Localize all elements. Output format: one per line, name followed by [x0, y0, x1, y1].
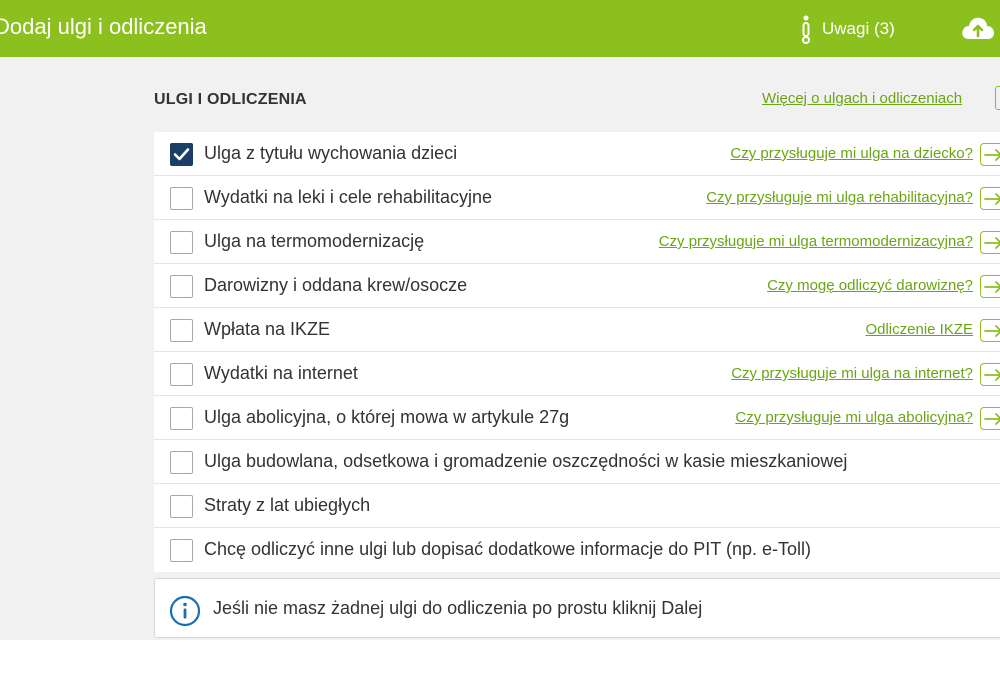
- deduction-help-link[interactable]: Czy przysługuje mi ulga abolicyjna?: [735, 409, 973, 426]
- deduction-label[interactable]: Wpłata na IKZE: [204, 319, 330, 340]
- deduction-help-link[interactable]: Czy przysługuje mi ulga na internet?: [731, 365, 973, 382]
- deduction-checkbox[interactable]: [170, 451, 193, 474]
- deduction-help-link[interactable]: Czy przysługuje mi ulga na dziecko?: [730, 145, 973, 162]
- notes-label: Uwagi (3): [822, 19, 895, 38]
- deduction-checkbox[interactable]: [170, 319, 193, 342]
- info-circle-icon: [169, 595, 201, 632]
- deduction-row: Wpłata na IKZE Odliczenie IKZE: [154, 308, 1000, 352]
- deduction-help-button[interactable]: [980, 319, 1000, 342]
- deduction-help-link[interactable]: Czy przysługuje mi ulga termomodernizacy…: [659, 233, 973, 250]
- deductions-list: Ulga z tytułu wychowania dzieci Czy przys…: [154, 132, 1000, 572]
- more-about-deductions-button[interactable]: [995, 86, 1000, 110]
- arrow-right-icon: [984, 281, 1000, 293]
- arrow-right-icon: [984, 237, 1000, 249]
- deduction-row: Wydatki na internet Czy przysługuje mi ul…: [154, 352, 1000, 396]
- deduction-help-button[interactable]: [980, 275, 1000, 298]
- deduction-label[interactable]: Ulga budowlana, odsetkowa i gromadzenie …: [204, 451, 847, 472]
- arrow-right-icon: [984, 413, 1000, 425]
- deduction-checkbox[interactable]: [170, 275, 193, 298]
- deduction-row: Ulga na termomodernizację Czy przysługuje…: [154, 220, 1000, 264]
- info-exclamation-icon: [800, 14, 812, 44]
- deduction-checkbox[interactable]: [170, 407, 193, 430]
- deduction-checkbox[interactable]: [170, 539, 193, 562]
- checkmark-icon: [173, 148, 190, 161]
- page-footer-area: [0, 640, 1000, 700]
- deduction-checkbox[interactable]: [170, 187, 193, 210]
- deduction-label[interactable]: Straty z lat ubiegłych: [204, 495, 370, 516]
- deduction-help-link[interactable]: Czy przysługuje mi ulga rehabilitacyjna?: [706, 189, 973, 206]
- deduction-row: Ulga z tytułu wychowania dzieci Czy przys…: [154, 132, 1000, 176]
- deduction-help-button[interactable]: [980, 143, 1000, 166]
- deduction-help-link[interactable]: Odliczenie IKZE: [865, 321, 973, 338]
- deduction-row: Ulga abolicyjna, o której mowa w artykul…: [154, 396, 1000, 440]
- deduction-help-button[interactable]: [980, 407, 1000, 430]
- deduction-label[interactable]: Darowizny i oddana krew/osocze: [204, 275, 467, 296]
- more-about-deductions-link[interactable]: Więcej o ulgach i odliczeniach: [762, 90, 962, 107]
- info-box: Jeśli nie masz żadnej ulgi do odliczenia…: [154, 578, 1000, 638]
- deduction-label[interactable]: Chcę odliczyć inne ulgi lub dopisać doda…: [204, 539, 811, 560]
- deduction-label[interactable]: Wydatki na leki i cele rehabilitacyjne: [204, 187, 492, 208]
- page-title: Dodaj ulgi i odliczenia: [0, 14, 207, 39]
- top-bar: Dodaj ulgi i odliczenia Uwagi (3): [0, 0, 1000, 57]
- cloud-upload-icon[interactable]: [960, 15, 996, 46]
- deduction-checkbox[interactable]: [170, 495, 193, 518]
- arrow-right-icon: [984, 193, 1000, 205]
- deduction-row: Wydatki na leki i cele rehabilitacyjne Cz…: [154, 176, 1000, 220]
- arrow-right-icon: [984, 369, 1000, 381]
- arrow-right-icon: [984, 325, 1000, 337]
- deduction-label[interactable]: Ulga abolicyjna, o której mowa w artykul…: [204, 407, 569, 428]
- deduction-row: Darowizny i oddana krew/osocze Czy mogę o…: [154, 264, 1000, 308]
- deduction-help-link[interactable]: Czy mogę odliczyć darowiznę?: [767, 277, 973, 294]
- deduction-help-button[interactable]: [980, 187, 1000, 210]
- section-title: ULGI I ODLICZENIA: [154, 91, 307, 108]
- arrow-right-icon: [984, 149, 1000, 161]
- deduction-row: Straty z lat ubiegłych: [154, 484, 1000, 528]
- deduction-row: Ulga budowlana, odsetkowa i gromadzenie …: [154, 440, 1000, 484]
- deduction-label[interactable]: Ulga z tytułu wychowania dzieci: [204, 143, 457, 164]
- deduction-row: Chcę odliczyć inne ulgi lub dopisać doda…: [154, 528, 1000, 572]
- deduction-checkbox[interactable]: [170, 363, 193, 386]
- deduction-label[interactable]: Ulga na termomodernizację: [204, 231, 424, 252]
- info-text: Jeśli nie masz żadnej ulgi do odliczenia…: [213, 598, 703, 618]
- deduction-checkbox[interactable]: [170, 231, 193, 254]
- deduction-checkbox[interactable]: [170, 143, 193, 166]
- deduction-help-button[interactable]: [980, 231, 1000, 254]
- deduction-help-button[interactable]: [980, 363, 1000, 386]
- notes-button[interactable]: Uwagi (3): [800, 14, 895, 44]
- deduction-label[interactable]: Wydatki na internet: [204, 363, 358, 384]
